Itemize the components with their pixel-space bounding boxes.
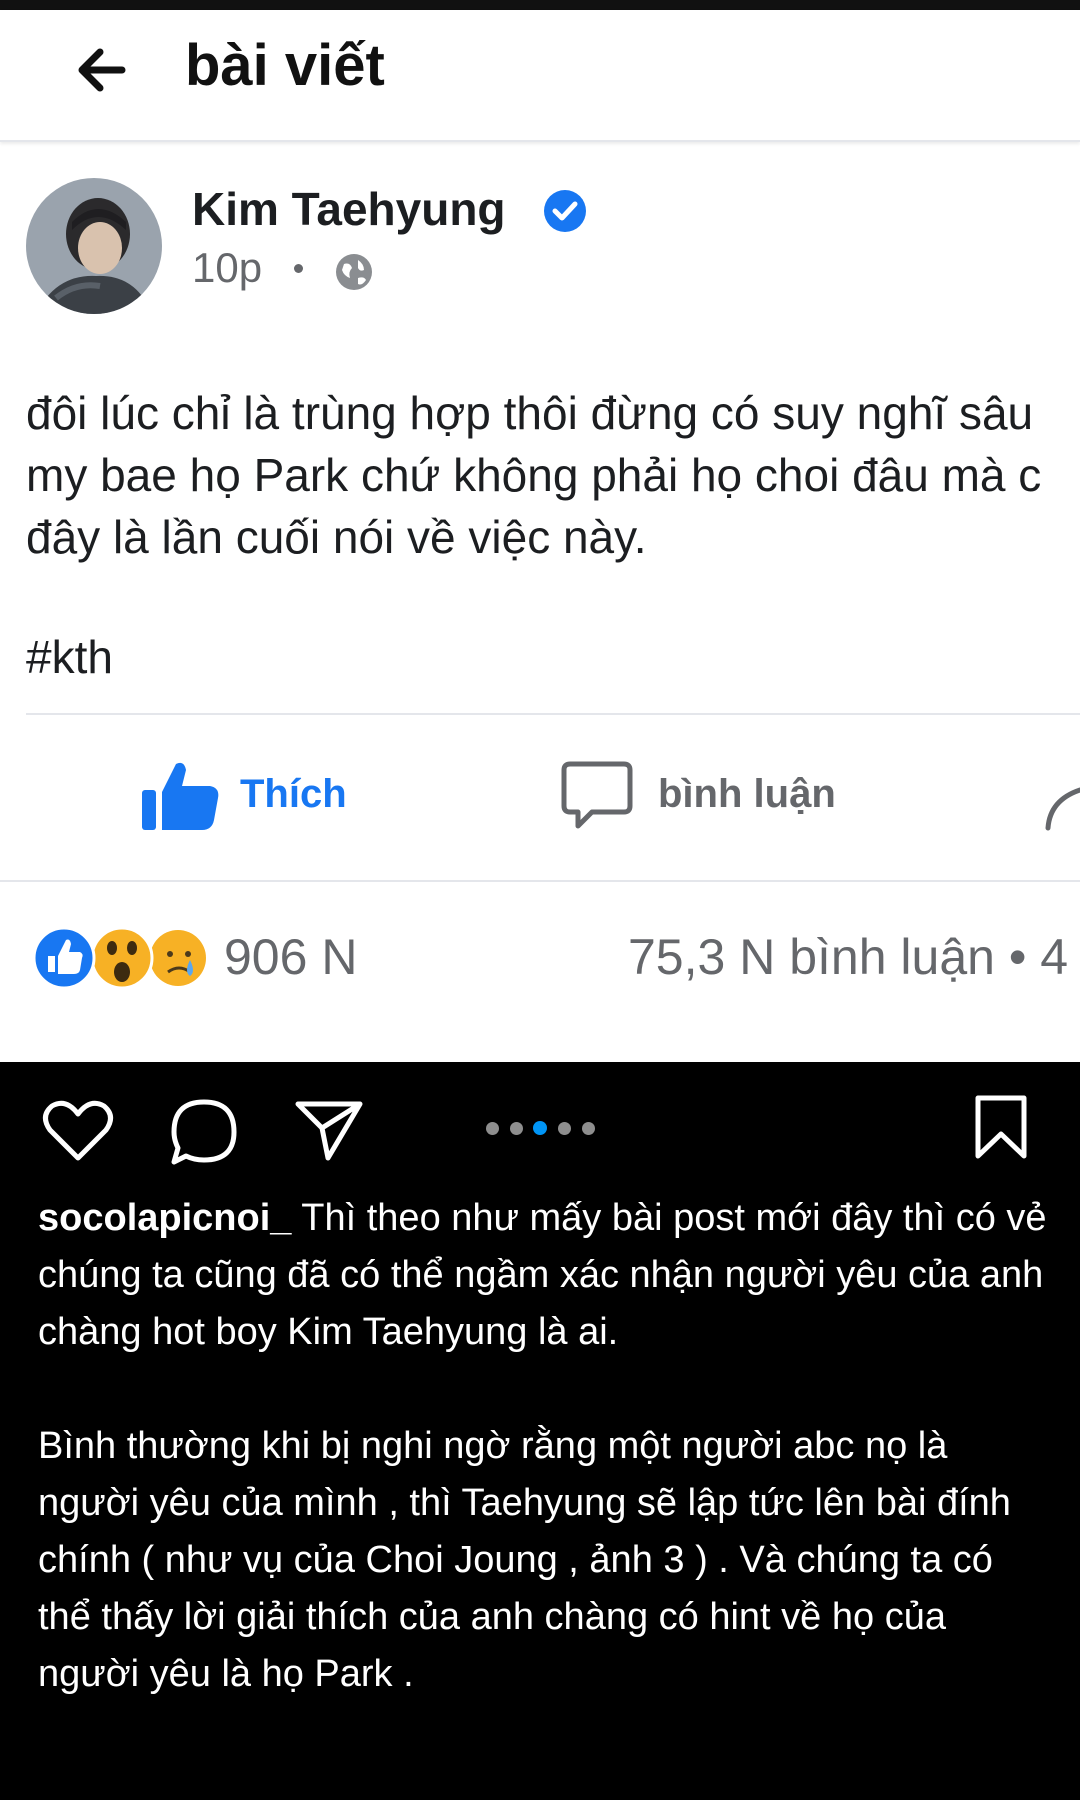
sad-reaction-icon	[150, 930, 206, 986]
verified-badge-icon	[544, 190, 586, 232]
comment-bubble-icon[interactable]	[560, 760, 634, 832]
arrow-left-icon[interactable]	[72, 40, 132, 100]
carousel-dot	[486, 1122, 499, 1135]
status-bar-strip	[0, 0, 1080, 10]
wow-reaction-icon	[90, 926, 154, 990]
carousel-dot	[558, 1122, 571, 1135]
meta-separator	[294, 264, 303, 273]
post-header-bar: bài viết	[0, 10, 1080, 142]
like-button[interactable]: Thích	[240, 772, 347, 817]
caption-username[interactable]: socolapicnoi_	[38, 1197, 291, 1239]
facebook-post-screenshot: bài viết Kim Taehyung 10p đôi lúc chỉ là…	[0, 0, 1080, 1062]
caption-paragraph: socolapicnoi_ Thì theo như mấy bài post …	[38, 1190, 1048, 1361]
divider	[0, 880, 1080, 882]
carousel-indicator	[482, 1118, 602, 1138]
post-text-line: đôi lúc chỉ là trùng hợp thôi đừng có su…	[26, 387, 1034, 439]
reaction-icons[interactable]	[30, 920, 210, 994]
post-text-line: my bae họ Park chứ không phải họ choi đâ…	[26, 449, 1042, 501]
comment-count[interactable]: 75,3 N bình luận • 4	[628, 928, 1068, 986]
reaction-count[interactable]: 906 N	[224, 928, 357, 986]
share-icon[interactable]	[1040, 772, 1080, 832]
header-title: bài viết	[185, 33, 385, 98]
avatar[interactable]	[26, 178, 162, 314]
comment-button[interactable]: bình luận	[658, 772, 836, 817]
caption-text: Bình thường khi bị nghi ngờ rằng một ngư…	[38, 1425, 1011, 1695]
thumbs-up-icon[interactable]	[140, 758, 224, 832]
post-body: đôi lúc chỉ là trùng hợp thôi đừng có su…	[26, 382, 1041, 568]
post-time[interactable]: 10p	[192, 244, 262, 292]
like-reaction-icon	[32, 926, 96, 990]
post-hashtag[interactable]: #kth	[26, 630, 113, 684]
heart-icon[interactable]	[42, 1100, 114, 1162]
divider	[26, 713, 1080, 715]
bookmark-icon[interactable]	[972, 1094, 1030, 1160]
carousel-dot	[582, 1122, 595, 1135]
carousel-dot	[510, 1122, 523, 1135]
globe-icon	[336, 254, 372, 290]
author-name[interactable]: Kim Taehyung	[192, 182, 506, 236]
post-text-line: đây là lần cuối nói về việc này.	[26, 511, 647, 563]
carousel-dot-active	[533, 1121, 547, 1135]
instagram-caption: socolapicnoi_ Thì theo như mấy bài post …	[38, 1190, 1048, 1703]
send-icon[interactable]	[294, 1098, 364, 1162]
comment-icon[interactable]	[168, 1098, 240, 1166]
